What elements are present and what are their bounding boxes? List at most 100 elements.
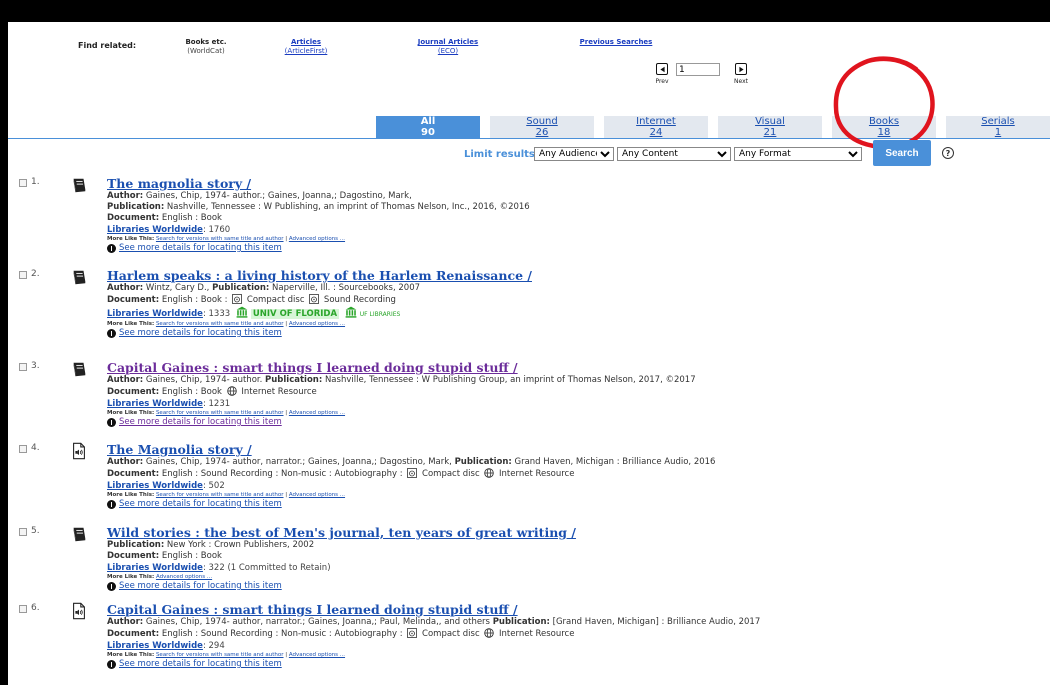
page-number-input[interactable] bbox=[676, 63, 720, 76]
libraries-worldwide-line: Libraries Worldwide: 294 bbox=[107, 640, 1037, 652]
holding-library-badge[interactable]: UNIV OF FLORIDA bbox=[250, 309, 340, 319]
result-title-link[interactable]: The magnolia story / bbox=[107, 176, 1037, 191]
tab-internet[interactable]: Internet 24 bbox=[604, 116, 708, 138]
field-value: Nashville, Tennessee : W Publishing Grou… bbox=[322, 375, 696, 385]
see-more-details-link[interactable]: See more details for locating this item bbox=[107, 581, 1037, 592]
more-like-this-link[interactable]: Advanced options ... bbox=[289, 410, 345, 416]
related-books-link[interactable]: Books etc. (WorldCat) bbox=[176, 38, 236, 56]
tab-sound[interactable]: Sound 26 bbox=[490, 116, 594, 138]
result-title-link[interactable]: Wild stories : the best of Men's journal… bbox=[107, 525, 1037, 540]
see-more-details-link[interactable]: See more details for locating this item bbox=[107, 659, 1037, 670]
result-title-link[interactable]: Capital Gaines : smart things I learned … bbox=[107, 360, 1037, 375]
result-body: The Magnolia story / Author: Gaines, Chip… bbox=[107, 442, 1037, 510]
libraries-worldwide-link[interactable]: Libraries Worldwide bbox=[107, 225, 203, 235]
see-more-details-link[interactable]: See more details for locating this item bbox=[107, 328, 1037, 339]
info-icon bbox=[107, 329, 116, 338]
result-body: The magnolia story / Author: Gaines, Chip… bbox=[107, 176, 1037, 254]
field-label: Document: bbox=[107, 387, 160, 397]
more-like-this-link[interactable]: Search for versions with same title and … bbox=[156, 321, 284, 327]
result-number: 1. bbox=[31, 177, 40, 187]
field-value: Gaines, Chip, 1974- author, narrator.; G… bbox=[143, 457, 455, 467]
libraries-worldwide-link[interactable]: Libraries Worldwide bbox=[107, 641, 203, 651]
tab-serials[interactable]: Serials 1 bbox=[946, 116, 1050, 138]
field-value: Nashville, Tennessee : W Publishing, an … bbox=[164, 202, 530, 212]
result-checkbox[interactable] bbox=[19, 179, 27, 187]
field-value: English : Sound Recording : Non-music : … bbox=[159, 469, 406, 479]
result-detail-line: Document: English : Book bbox=[107, 551, 1037, 562]
tab-serials-count: 1 bbox=[994, 127, 1002, 138]
content-select[interactable]: Any Content bbox=[617, 147, 731, 161]
previous-searches-link[interactable]: Previous Searches bbox=[576, 38, 656, 47]
field-value: English : Book bbox=[159, 551, 222, 561]
related-articles-link[interactable]: Articles (ArticleFirst) bbox=[276, 38, 336, 56]
audience-select[interactable]: Any Audience bbox=[534, 147, 614, 161]
more-like-this-line: More Like This: Search for versions with… bbox=[107, 492, 346, 498]
libraries-worldwide-count: : 1231 bbox=[202, 399, 231, 409]
result-title-link[interactable]: The Magnolia story / bbox=[107, 442, 1037, 457]
more-like-this-link[interactable]: Search for versions with same title and … bbox=[156, 492, 284, 498]
libraries-worldwide-link[interactable]: Libraries Worldwide bbox=[107, 399, 203, 409]
result-title-link[interactable]: Harlem speaks : a living history of the … bbox=[107, 268, 1037, 283]
more-like-this-link[interactable]: Advanced options ... bbox=[156, 574, 212, 580]
book-icon bbox=[70, 360, 88, 378]
field-label: Author: bbox=[107, 457, 144, 467]
libraries-worldwide-link[interactable]: Libraries Worldwide bbox=[107, 481, 203, 491]
related-journal-head: Journal Articles bbox=[417, 38, 479, 46]
related-journal-link[interactable]: Journal Articles (ECO) bbox=[408, 38, 488, 56]
field-label: Document: bbox=[107, 213, 160, 223]
more-like-this-link[interactable]: Search for versions with same title and … bbox=[156, 236, 284, 242]
more-like-this-label: More Like This: bbox=[107, 236, 155, 242]
libraries-worldwide-link[interactable]: Libraries Worldwide bbox=[107, 309, 203, 319]
libraries-worldwide-count: : 1760 bbox=[202, 225, 231, 235]
tab-internet-count: 24 bbox=[649, 127, 663, 138]
next-page-button[interactable] bbox=[735, 63, 747, 75]
see-more-details-link[interactable]: See more details for locating this item bbox=[107, 499, 1037, 510]
result-detail-line: Document: English : Book bbox=[107, 213, 1037, 224]
see-more-label: See more details for locating this item bbox=[119, 328, 282, 338]
see-more-details-link[interactable]: See more details for locating this item bbox=[107, 243, 1037, 254]
more-like-this-link[interactable]: Search for versions with same title and … bbox=[156, 652, 284, 658]
prev-page-button[interactable] bbox=[656, 63, 668, 75]
more-like-this-label: More Like This: bbox=[107, 321, 155, 327]
more-like-this-link[interactable]: Search for versions with same title and … bbox=[156, 410, 284, 416]
help-icon[interactable]: ? bbox=[942, 147, 954, 159]
tab-visual[interactable]: Visual 21 bbox=[718, 116, 822, 138]
search-button[interactable]: Search bbox=[873, 140, 931, 166]
tab-all[interactable]: All 90 bbox=[376, 116, 480, 138]
field-value: New York : Crown Publishers, 2002 bbox=[164, 540, 315, 550]
more-like-this-link[interactable]: Advanced options ... bbox=[289, 236, 345, 242]
result-body: Wild stories : the best of Men's journal… bbox=[107, 525, 1037, 592]
tab-visual-label: Visual bbox=[755, 116, 785, 127]
compact-disc-icon bbox=[307, 294, 321, 305]
libraries-worldwide-line: Libraries Worldwide: 322 (1 Committed to… bbox=[107, 562, 1037, 574]
field-value: Gaines, Chip, 1974- author. bbox=[143, 375, 266, 385]
result-body: Capital Gaines : smart things I learned … bbox=[107, 602, 1037, 670]
result-detail-line: Publication: New York : Crown Publishers… bbox=[107, 540, 1037, 551]
result-checkbox[interactable] bbox=[19, 528, 27, 536]
libraries-worldwide-line: Libraries Worldwide: 502 bbox=[107, 480, 1037, 492]
result-checkbox[interactable] bbox=[19, 445, 27, 453]
compact-disc-icon bbox=[230, 294, 244, 305]
see-more-details-link[interactable]: See more details for locating this item bbox=[107, 417, 1037, 428]
result-number: 2. bbox=[31, 269, 40, 279]
prev-label: Prev bbox=[655, 78, 669, 85]
libraries-worldwide-link[interactable]: Libraries Worldwide bbox=[107, 563, 203, 573]
result-detail-line: Document: English : Book : Compact disc … bbox=[107, 294, 1037, 306]
result-checkbox[interactable] bbox=[19, 605, 27, 613]
library-building-icon bbox=[342, 306, 360, 319]
result-checkbox[interactable] bbox=[19, 271, 27, 279]
info-icon bbox=[107, 244, 116, 253]
more-like-this-line: More Like This: Search for versions with… bbox=[107, 410, 346, 416]
more-like-this-link[interactable]: Advanced options ... bbox=[289, 321, 345, 327]
compact-disc-icon bbox=[405, 468, 419, 479]
result-checkbox[interactable] bbox=[19, 363, 27, 371]
result-title-link[interactable]: Capital Gaines : smart things I learned … bbox=[107, 602, 1037, 617]
more-like-this-link[interactable]: Advanced options ... bbox=[289, 492, 345, 498]
field-value: Compact disc bbox=[244, 295, 308, 305]
holding-library-small[interactable]: UF LIBRARIES bbox=[360, 311, 401, 318]
more-like-this-link[interactable]: Advanced options ... bbox=[289, 652, 345, 658]
format-select[interactable]: Any Format bbox=[734, 147, 862, 161]
result-number: 5. bbox=[31, 526, 40, 536]
result-body: Capital Gaines : smart things I learned … bbox=[107, 360, 1037, 428]
result-number: 4. bbox=[31, 443, 40, 453]
